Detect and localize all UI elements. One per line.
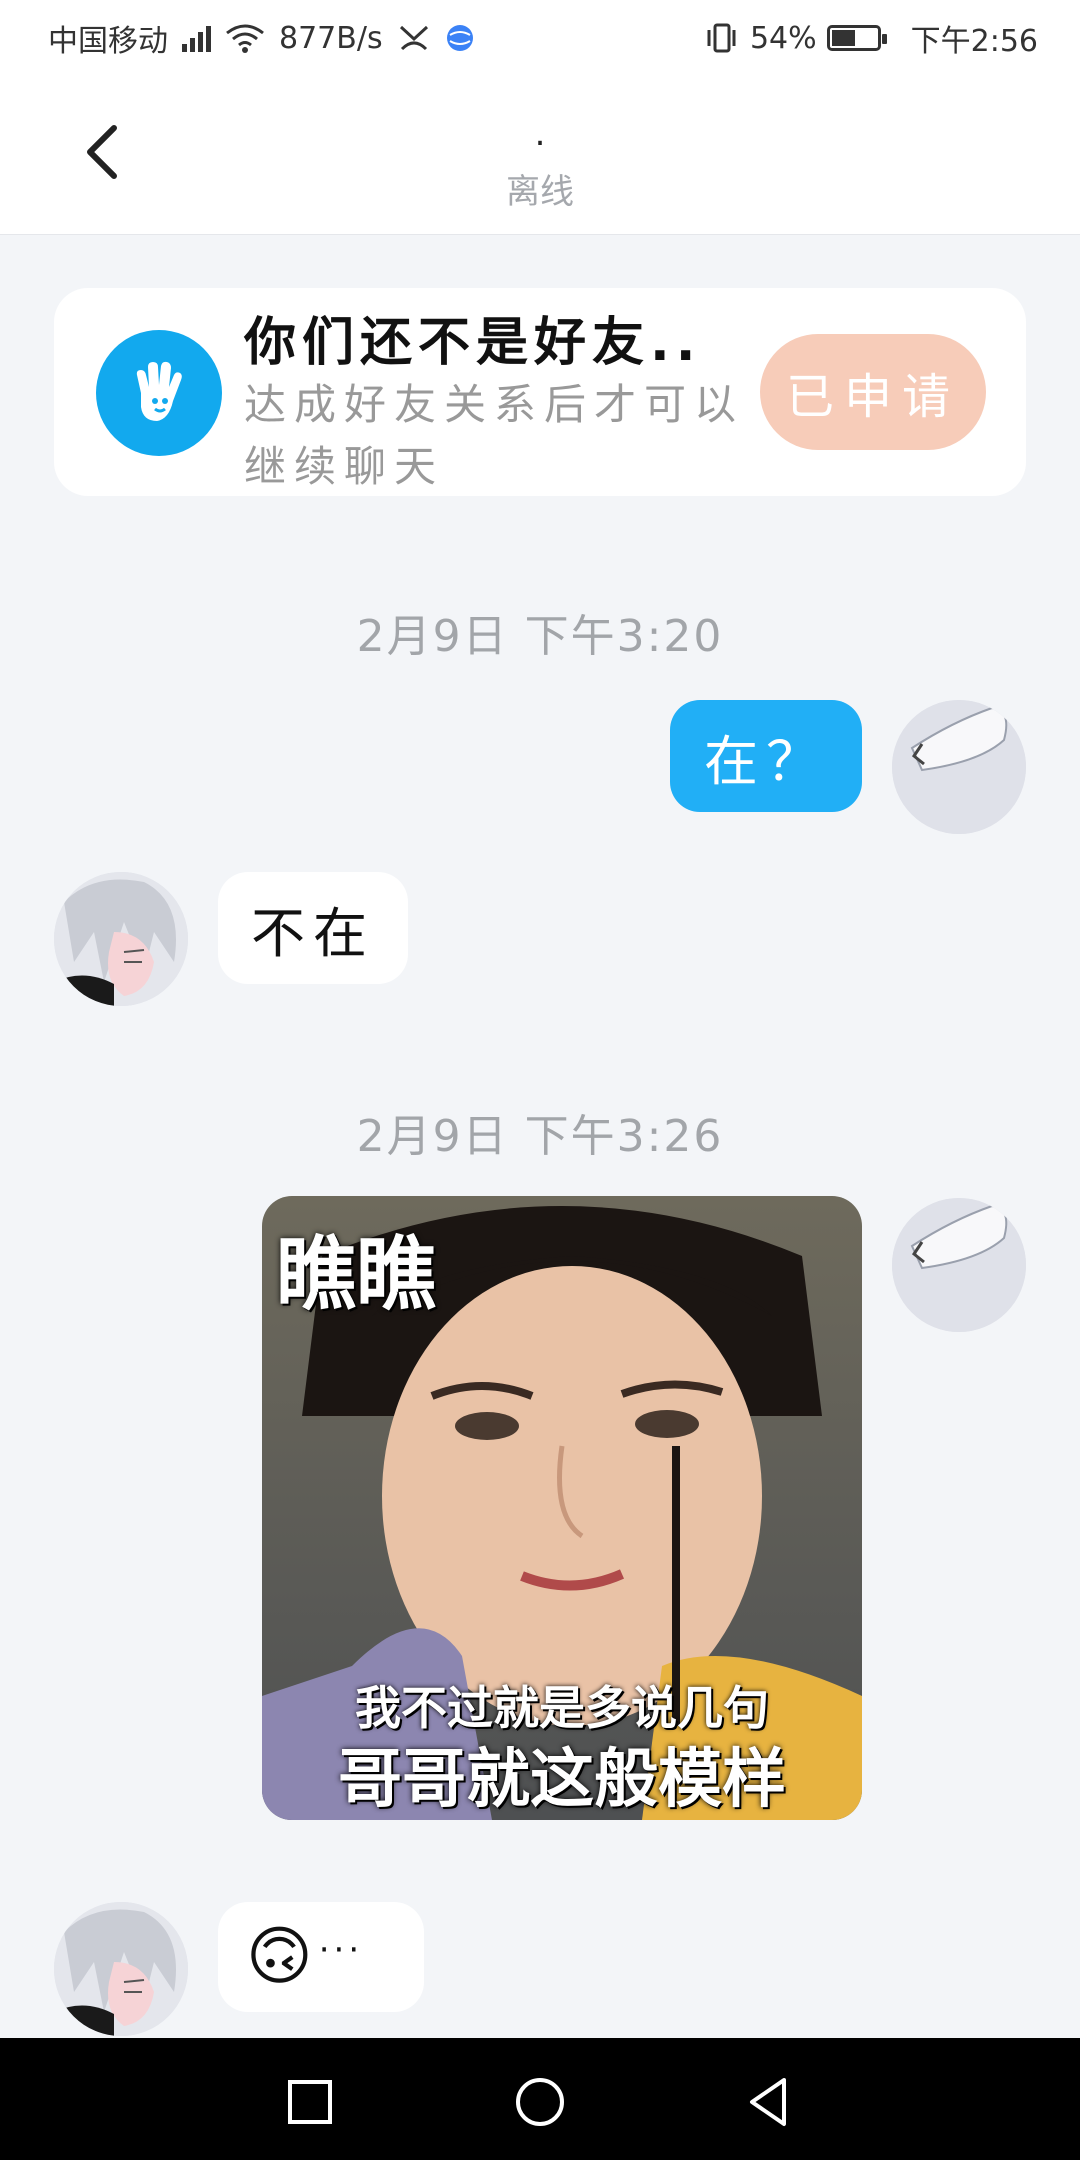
online-status: 离线	[506, 172, 574, 212]
square-recent-icon[interactable]	[280, 2072, 340, 2132]
chat-header: . 离线	[0, 72, 1080, 235]
message-text: ···	[318, 1930, 364, 1970]
browser-icon	[446, 25, 473, 51]
status-bar: 中国移动 877B/s 54% 下午2:56	[0, 0, 1080, 72]
message-bubble-outgoing[interactable]: 在？	[670, 700, 862, 812]
peer-avatar[interactable]	[54, 872, 188, 1006]
timestamp: 2月9日 下午3:20	[356, 611, 724, 662]
message-bubble-incoming[interactable]: 不在	[218, 872, 408, 984]
net-speed: 877B/s	[279, 20, 383, 56]
timestamp: 2月9日 下午3:26	[356, 1111, 724, 1162]
battery-fill	[831, 30, 856, 46]
signal-icon	[182, 24, 211, 52]
clock: 下午2:56	[910, 24, 1038, 59]
wifi-icon	[226, 24, 264, 53]
status-right: 54% 下午2:56	[704, 16, 1038, 60]
message-bubble-incoming[interactable]: 🙃 ···	[218, 1902, 424, 2012]
battery-icon	[826, 25, 887, 51]
peer-avatar[interactable]	[54, 1902, 188, 2036]
upside-down-face-icon: 🙃	[246, 1920, 313, 1994]
triangle-back-icon[interactable]	[740, 2072, 800, 2132]
sticker-caption-line2: 哥哥就这般模样	[338, 1743, 786, 1817]
card-title: 你们还不是好友..	[244, 313, 702, 373]
wave-hand-icon	[96, 330, 222, 456]
status-left: 中国移动 877B/s	[48, 16, 475, 60]
notification-icon	[399, 25, 428, 51]
circle-home-icon[interactable]	[510, 2072, 570, 2132]
applied-button[interactable]: 已申请	[760, 334, 986, 450]
card-description: 达成好友关系后才可以继续聊天	[244, 380, 745, 491]
sticker-top-caption: 瞧瞧	[276, 1228, 436, 1321]
sticker-message[interactable]: 瞧瞧 我不过就是多说几句 哥哥就这般模样	[262, 1196, 862, 1820]
vibrate-icon	[707, 23, 736, 53]
my-avatar[interactable]	[892, 1198, 1026, 1332]
my-avatar[interactable]	[892, 700, 1026, 834]
system-nav-bar	[0, 2038, 1080, 2160]
carrier-label: 中国移动	[48, 24, 168, 59]
battery-percent: 54%	[749, 20, 817, 56]
chat-title: .	[534, 114, 546, 154]
friend-request-card: 你们还不是好友.. 达成好友关系后才可以继续聊天 已申请	[54, 288, 1026, 496]
